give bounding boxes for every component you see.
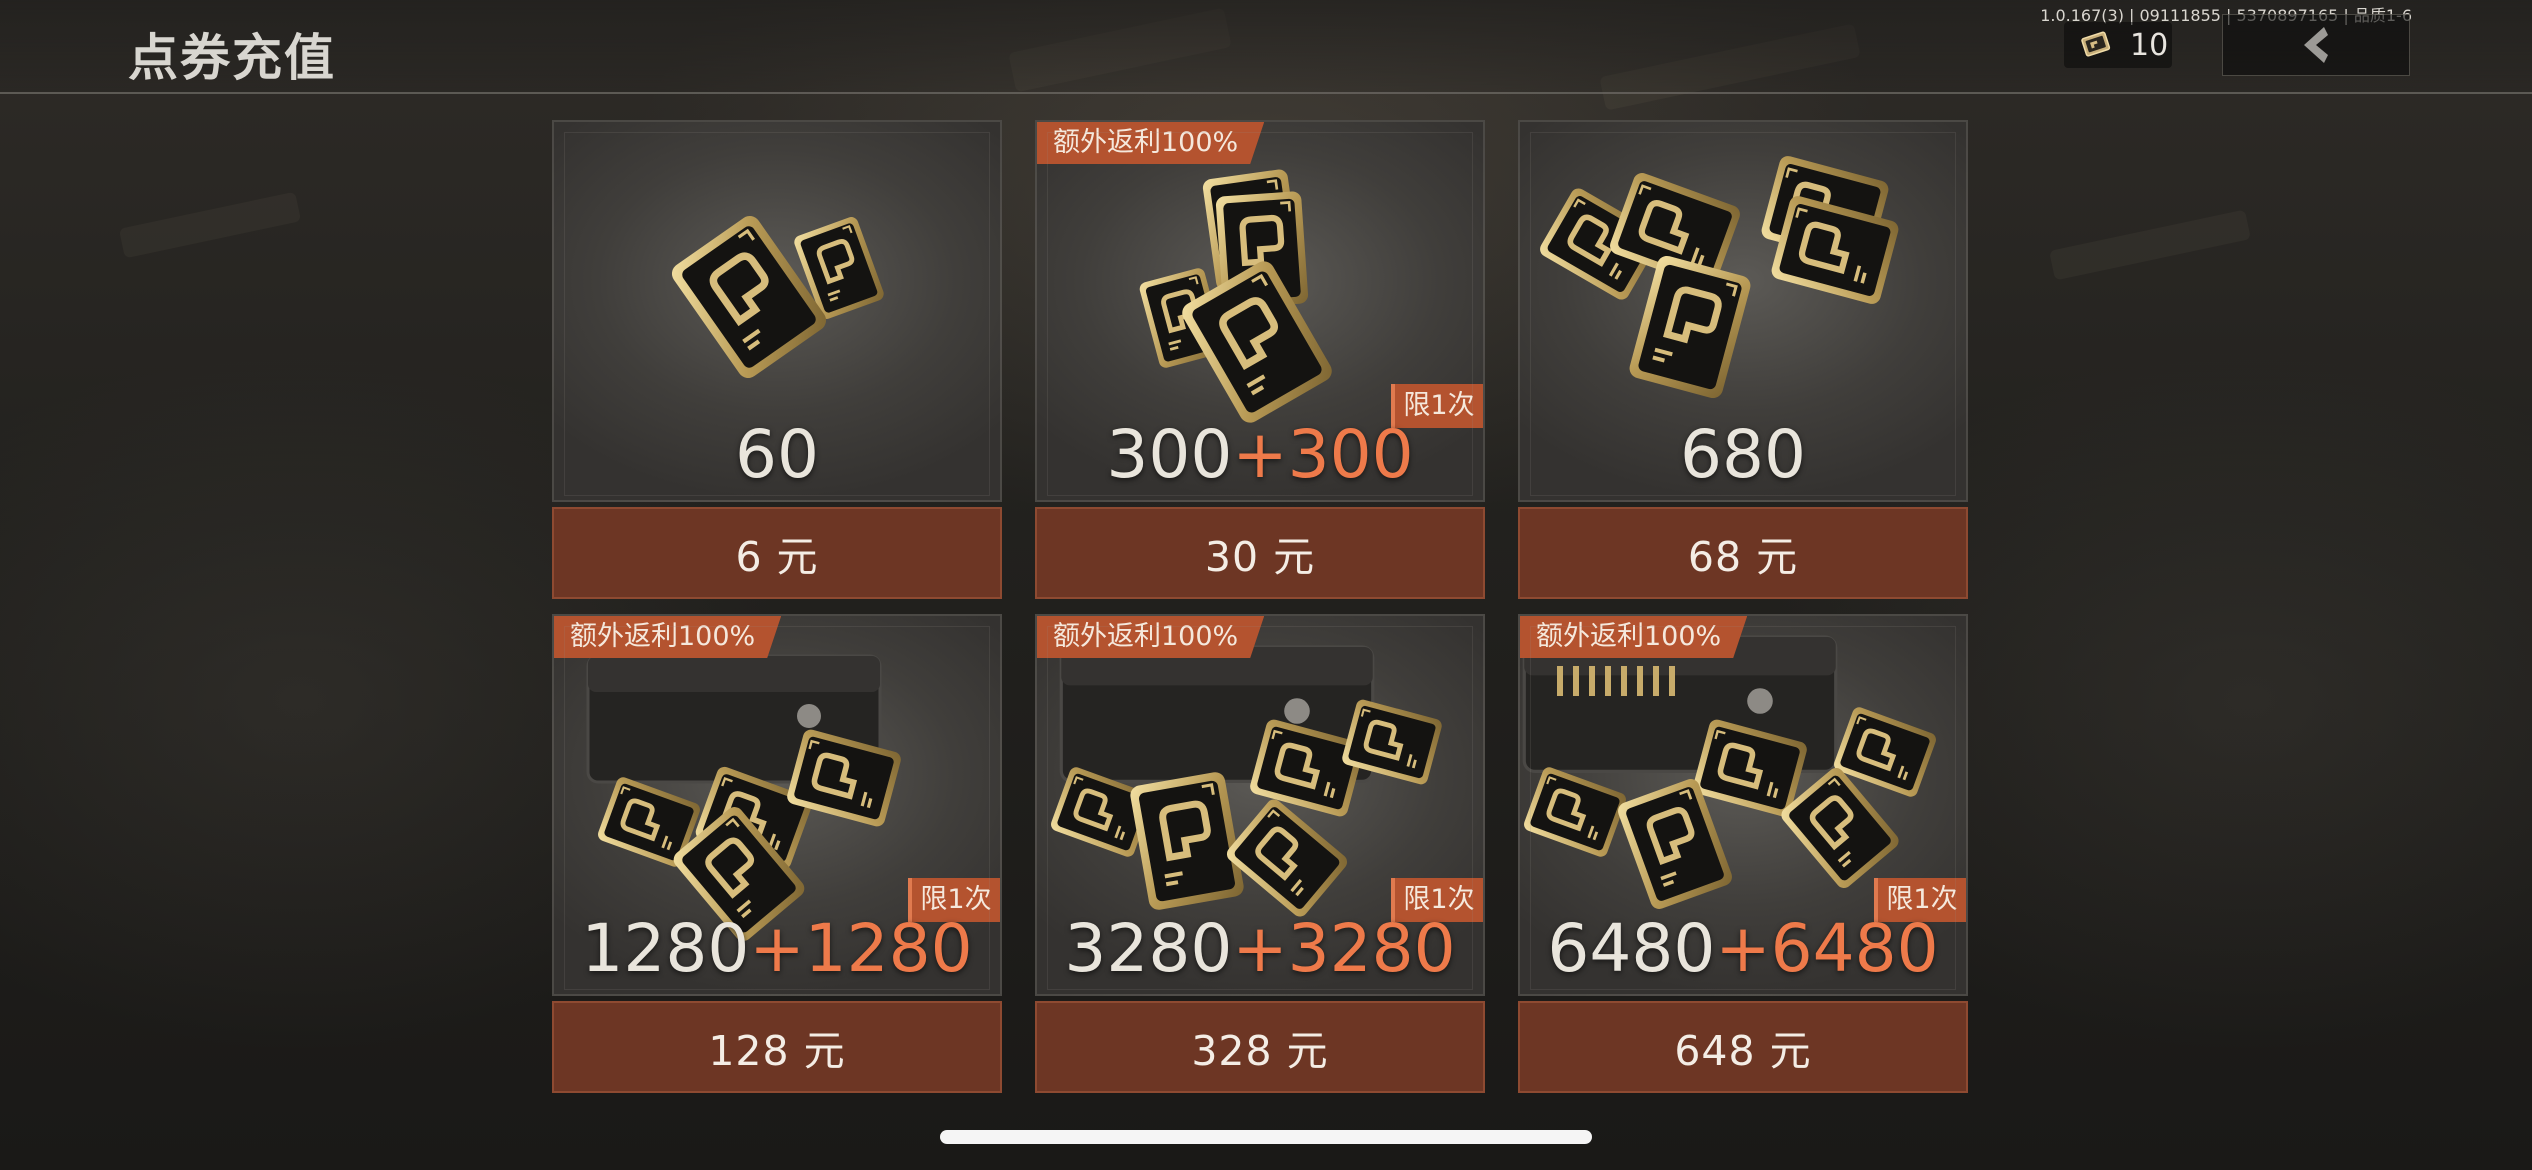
package-card[interactable]: 60 6 元	[552, 120, 1002, 613]
voucher-amount: 60	[735, 416, 819, 493]
price-button[interactable]: 128 元	[552, 1001, 1002, 1093]
package-card[interactable]: 额外返利100% 限1次 3280+3280 328 元	[1035, 614, 1485, 1107]
price-button[interactable]: 328 元	[1035, 1001, 1485, 1093]
voucher-amount: 300+300	[1106, 416, 1414, 493]
price-button[interactable]: 68 元	[1518, 507, 1968, 599]
price-button[interactable]: 30 元	[1035, 507, 1485, 599]
back-button[interactable]	[2222, 14, 2410, 76]
top-bar: 点券充值 1.0.167(3) | 09111855 | 5370897165 …	[0, 0, 2532, 94]
background-decoration	[2049, 209, 2251, 281]
bonus-tag: 额外返利100%	[1520, 616, 1747, 658]
package-card[interactable]: 额外返利100% 限1次 300+300 30 元	[1035, 120, 1485, 613]
page-title: 点券充值	[128, 29, 336, 87]
voucher-amount: 3280+3280	[1064, 910, 1456, 987]
voucher-amount: 680	[1680, 416, 1806, 493]
price-button[interactable]: 6 元	[552, 507, 1002, 599]
currency-balance: 10	[2064, 22, 2172, 68]
voucher-icon	[2081, 31, 2111, 57]
package-card[interactable]: 680 68 元	[1518, 120, 1968, 613]
package-card[interactable]: 额外返利100% 限1次 6480+6480 648 元	[1518, 614, 1968, 1107]
chevron-left-icon	[2304, 27, 2328, 63]
home-indicator[interactable]	[940, 1130, 1592, 1144]
voucher-amount: 1280+1280	[581, 910, 973, 987]
package-card[interactable]: 额外返利100% 限1次 1280+1280 128 元	[552, 614, 1002, 1107]
bonus-tag: 额外返利100%	[1037, 616, 1264, 658]
bonus-tag: 额外返利100%	[1037, 122, 1264, 164]
price-button[interactable]: 648 元	[1518, 1001, 1968, 1093]
voucher-amount: 6480+6480	[1547, 910, 1939, 987]
bonus-tag: 额外返利100%	[554, 616, 781, 658]
background-decoration	[118, 191, 302, 259]
currency-count: 10	[2130, 27, 2169, 63]
